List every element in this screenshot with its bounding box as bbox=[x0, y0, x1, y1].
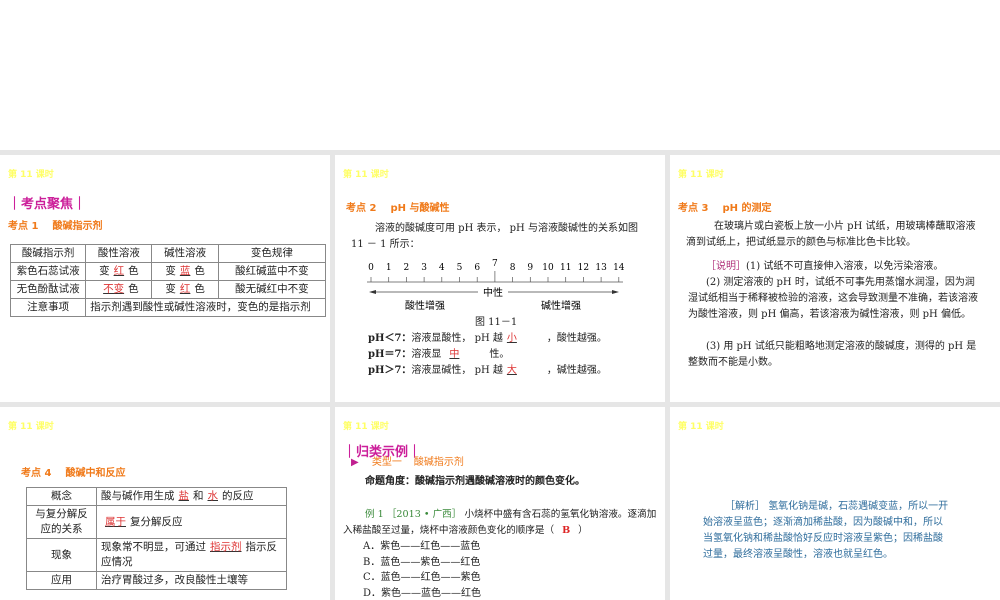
section-title: ｜考点聚焦｜ bbox=[8, 197, 87, 212]
scale-tick-label: 7 bbox=[492, 259, 498, 269]
ph-scale: 0 1 2 3 4 5 6 7 8 9 10 11 12 13 14 中性 酸性增强 碱性增强 bbox=[367, 259, 625, 312]
type-heading: ▶ 类型一 酸碱指示剂 bbox=[351, 457, 464, 468]
table-row: 现象 现象常不明显，可通过 指示剂 指示反应情况 bbox=[26, 538, 287, 572]
question-text: 例 1 ［2013 • 广西］ 小烧杯中盛有含石蕊的氢氧化钠溶液。逐滴加入稀盐酸… bbox=[343, 509, 657, 536]
question-angle: 命题角度：酸碱指示剂遇酸碱溶液时的颜色变化。 bbox=[365, 476, 585, 487]
ph-line: pH＜7：溶液显酸性， pH 越小，酸性越强。 bbox=[368, 333, 607, 344]
slide-grid: 第 11 课时 ｜考点聚焦｜ 考点 1 酸碱指示剂 酸碱指示剂 酸性溶液 碱性溶液 变色… bbox=[0, 150, 1000, 600]
table-row: 注意事项 指示剂遇到酸性或碱性溶液时，变色的是指示剂 bbox=[9, 298, 326, 317]
note-3: (3) 用 pH 试纸只能粗略地测定溶液的酸碱度，测得的 pH 是整数而不能是小… bbox=[688, 341, 977, 368]
slide-2[interactable]: 第 11 课时 考点 2 pH 与酸碱性 溶液的酸碱度可用 pH 表示， pH 与… bbox=[335, 155, 665, 402]
scale-tick-label: 8 bbox=[510, 263, 516, 273]
scale-tick-label: 5 bbox=[457, 263, 463, 273]
indicator-table: 酸碱指示剂 酸性溶液 碱性溶液 变色规律 紫色石蕊试液变红色变蓝色酸红碱蓝中不变 无色… bbox=[9, 244, 327, 317]
analysis-text: ［解析］ 氢氧化钠是碱，石蕊遇碱变蓝，所以一开始溶液呈蓝色；逐渐滴加稀盐酸，因为… bbox=[703, 501, 949, 560]
scale-tick-label: 0 bbox=[368, 263, 374, 273]
scale-tick-label: 2 bbox=[404, 263, 410, 273]
ph-line: pH＝7：溶液显中性。 bbox=[368, 349, 510, 360]
table-row: 无色酚酞试液 不变色变红色酸无碱红中不变 bbox=[9, 280, 327, 299]
slide-5[interactable]: 第 11 课时 ｜归类示例｜ ▶ 类型一 酸碱指示剂 命题角度：酸碱指示剂遇酸碱溶… bbox=[335, 407, 665, 600]
table-row: 概念 酸与碱作用生成盐和水的反应 bbox=[26, 487, 287, 506]
kp-heading: 考点 2 pH 与酸碱性 bbox=[346, 203, 450, 214]
table-row: 紫色石蕊试液变红色变蓝色酸红碱蓝中不变 bbox=[9, 262, 327, 281]
scale-tick-label: 9 bbox=[527, 263, 533, 273]
lesson-label: 第 11 课时 bbox=[8, 170, 54, 180]
lesson-label: 第 11 课时 bbox=[343, 170, 389, 180]
lesson-label: 第 11 课时 bbox=[343, 422, 389, 432]
kp-heading: 考点 3 pH 的测定 bbox=[678, 203, 772, 214]
slide-4[interactable]: 第 11 课时 考点 4 酸碱中和反应 概念 酸与碱作用生成盐和水的反应 与复分解反… bbox=[0, 407, 330, 600]
table-row: 应用 治疗胃酸过多，改良酸性土壤等 bbox=[26, 571, 287, 590]
scale-tick-label: 14 bbox=[613, 263, 625, 273]
option-a: A．紫色——红色——蓝色 bbox=[363, 541, 481, 552]
scale-tick-label: 4 bbox=[439, 263, 445, 273]
scale-tick-label: 12 bbox=[578, 263, 589, 273]
ph-line: pH＞7：溶液显碱性， pH 越大，碱性越强。 bbox=[368, 365, 607, 376]
intro-text: 在玻璃片或白瓷板上放一小片 pH 试纸，用玻璃棒蘸取溶液滴到试纸上，把试纸显示的… bbox=[686, 221, 976, 248]
neutralization-table: 概念 酸与碱作用生成盐和水的反应 与复分解反应的关系 属于 复分解反应 现象 现象常不明… bbox=[26, 487, 287, 590]
scale-tick-label: 11 bbox=[560, 263, 571, 273]
option-b: B．蓝色——紫色——红色 bbox=[363, 556, 481, 568]
figure-caption: 图 11－1 bbox=[475, 317, 518, 328]
slide-6[interactable]: 第 11 课时 ［解析］ 氢氧化钠是碱，石蕊遇碱变蓝，所以一开始溶液呈蓝色；逐渐… bbox=[670, 407, 1000, 600]
scale-tick-label: 10 bbox=[542, 263, 554, 273]
intro-text: 溶液的酸碱度可用 pH 表示， pH 与溶液酸碱性的关系如图 11 － 1 所示… bbox=[351, 223, 638, 250]
table-row: 与复分解反应的关系 属于 复分解反应 bbox=[26, 505, 287, 539]
note-2: (2) 测定溶液的 pH 时，试纸不可事先用蒸馏水润湿，因为润湿试纸相当于稀释被… bbox=[688, 277, 978, 320]
answer: B bbox=[562, 525, 571, 536]
option-c: C．蓝色——红色——紫色 bbox=[363, 572, 481, 583]
kp-heading: 考点 1 酸碱指示剂 bbox=[8, 221, 103, 232]
note-1: ［说明］(1) 试纸不可直接伸入溶液，以免污染溶液。 bbox=[706, 261, 944, 272]
acid-label: 酸性增强 bbox=[405, 299, 445, 312]
scale-tick-label: 13 bbox=[595, 263, 607, 273]
option-d: D．紫色——蓝色——红色 bbox=[363, 587, 482, 599]
lesson-label: 第 11 课时 bbox=[8, 422, 54, 432]
slide-1[interactable]: 第 11 课时 ｜考点聚焦｜ 考点 1 酸碱指示剂 酸碱指示剂 酸性溶液 碱性溶液 变色… bbox=[0, 155, 330, 402]
neutral-label: 中性 bbox=[483, 286, 503, 299]
scale-tick-label: 3 bbox=[421, 263, 427, 273]
lesson-label: 第 11 课时 bbox=[678, 422, 724, 432]
kp-heading: 考点 4 酸碱中和反应 bbox=[21, 468, 126, 479]
slide-3[interactable]: 第 11 课时 考点 3 pH 的测定 在玻璃片或白瓷板上放一小片 pH 试纸，用… bbox=[670, 155, 1000, 402]
base-label: 碱性增强 bbox=[541, 299, 581, 312]
options: A．紫色——红色——蓝色 B．蓝色——紫色——红色 C．蓝色——红色——紫色 D… bbox=[363, 539, 481, 600]
scale-tick-label: 1 bbox=[386, 263, 392, 273]
lesson-label: 第 11 课时 bbox=[678, 170, 724, 180]
scale-tick-label: 6 bbox=[474, 263, 480, 273]
